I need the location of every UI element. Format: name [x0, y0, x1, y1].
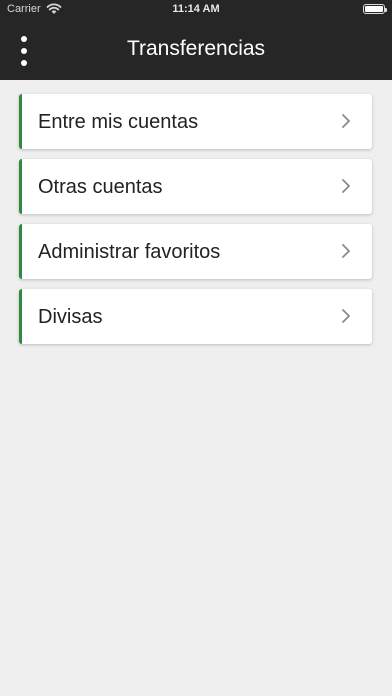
menu-item-label: Otras cuentas — [38, 176, 163, 198]
page-title: Transferencias — [126, 37, 266, 60]
chevron-right-icon — [342, 244, 350, 258]
battery-level — [365, 6, 383, 12]
status-bar: Carrier 11:14 AM — [0, 0, 392, 20]
battery-icon — [363, 4, 387, 14]
menu-item-label: Entre mis cuentas — [38, 111, 199, 133]
menu-item-label: Administrar favoritos — [38, 241, 221, 263]
menu-item-entre-mis-cuentas[interactable]: Entre mis cuentas — [19, 94, 372, 149]
transfer-options-list: Entre mis cuentas Otras cuentas Administ… — [19, 94, 372, 354]
status-time: 11:14 AM — [172, 3, 220, 15]
menu-item-administrar-favoritos[interactable]: Administrar favoritos — [19, 224, 372, 279]
chevron-right-icon — [342, 309, 350, 323]
chevron-right-icon — [342, 114, 350, 128]
menu-item-label: Divisas — [38, 306, 103, 328]
chevron-right-icon — [342, 179, 350, 193]
top-bar: Carrier 11:14 AM Transferencias — [0, 0, 392, 80]
menu-item-divisas[interactable]: Divisas — [19, 289, 372, 344]
menu-item-otras-cuentas[interactable]: Otras cuentas — [19, 159, 372, 214]
